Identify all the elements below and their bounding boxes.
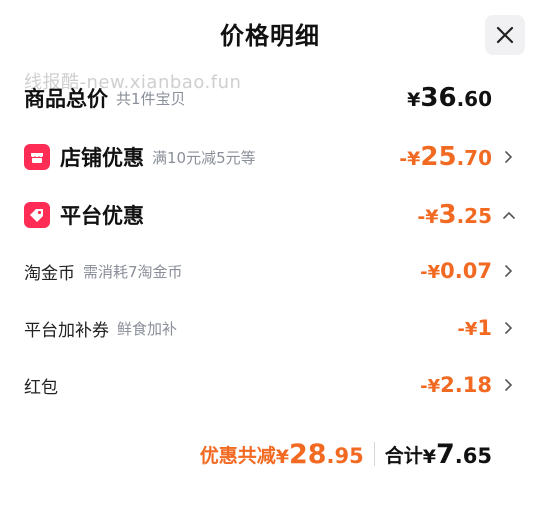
item-amount: -¥0.07 [420, 259, 492, 283]
subtotal-count: 共1件宝贝 [116, 89, 186, 108]
shop-discount-label: 店铺优惠 [60, 146, 144, 170]
summary-footer: 优惠共减 ¥28.95 合计 ¥7.65 [24, 434, 492, 474]
shop-discount-amount: -¥25.70 [399, 142, 492, 172]
subtotal-amount: ¥36.60 [407, 83, 492, 113]
close-button[interactable] [485, 15, 525, 55]
chevron-right-icon [505, 265, 513, 277]
chevron-right-icon [505, 151, 513, 163]
divider [373, 442, 375, 466]
platform-discount-label: 平台优惠 [60, 204, 144, 228]
chevron-right-icon [505, 322, 513, 334]
item-label: 红包 [24, 377, 58, 398]
platform-discount-amount: -¥3.25 [417, 200, 492, 230]
shop-icon [24, 144, 50, 170]
page-title: 价格明细 [220, 22, 320, 50]
total-label: 合计 [384, 444, 423, 467]
list-item[interactable]: 淘金币 需消耗7淘金币 -¥0.07 [24, 251, 516, 291]
item-desc: 鲜食加补 [117, 319, 178, 338]
total-amount: ¥7.65 [422, 438, 492, 470]
tag-icon [24, 202, 50, 228]
chevron-right-icon [505, 379, 513, 391]
chevron-up-icon [503, 211, 515, 219]
platform-discount-row[interactable]: 平台优惠 -¥3.25 [24, 195, 516, 235]
discount-total-amount: ¥28.95 [275, 438, 364, 470]
subtotal-row: 商品总价 共1件宝贝 ¥36.60 [24, 78, 516, 118]
discount-total-label: 优惠共减 [199, 444, 276, 467]
close-icon [496, 26, 514, 44]
item-label: 淘金币 [24, 263, 75, 284]
list-item[interactable]: 红包 -¥2.18 [24, 365, 516, 405]
shop-discount-row[interactable]: 店铺优惠 满10元减5元等 -¥25.70 [24, 137, 516, 177]
item-desc: 需消耗7淘金币 [83, 262, 183, 281]
item-amount: -¥2.18 [420, 373, 492, 397]
item-label: 平台加补券 [24, 320, 109, 341]
shop-discount-desc: 满10元减5元等 [152, 148, 256, 167]
price-detail-sheet: 价格明细 线报酷-new.xianbao.fun 商品总价 共1件宝贝 ¥36.… [0, 0, 540, 528]
list-item[interactable]: 平台加补券 鲜食加补 -¥1 [24, 308, 516, 348]
item-amount: -¥1 [457, 316, 492, 340]
subtotal-label: 商品总价 [24, 87, 108, 111]
